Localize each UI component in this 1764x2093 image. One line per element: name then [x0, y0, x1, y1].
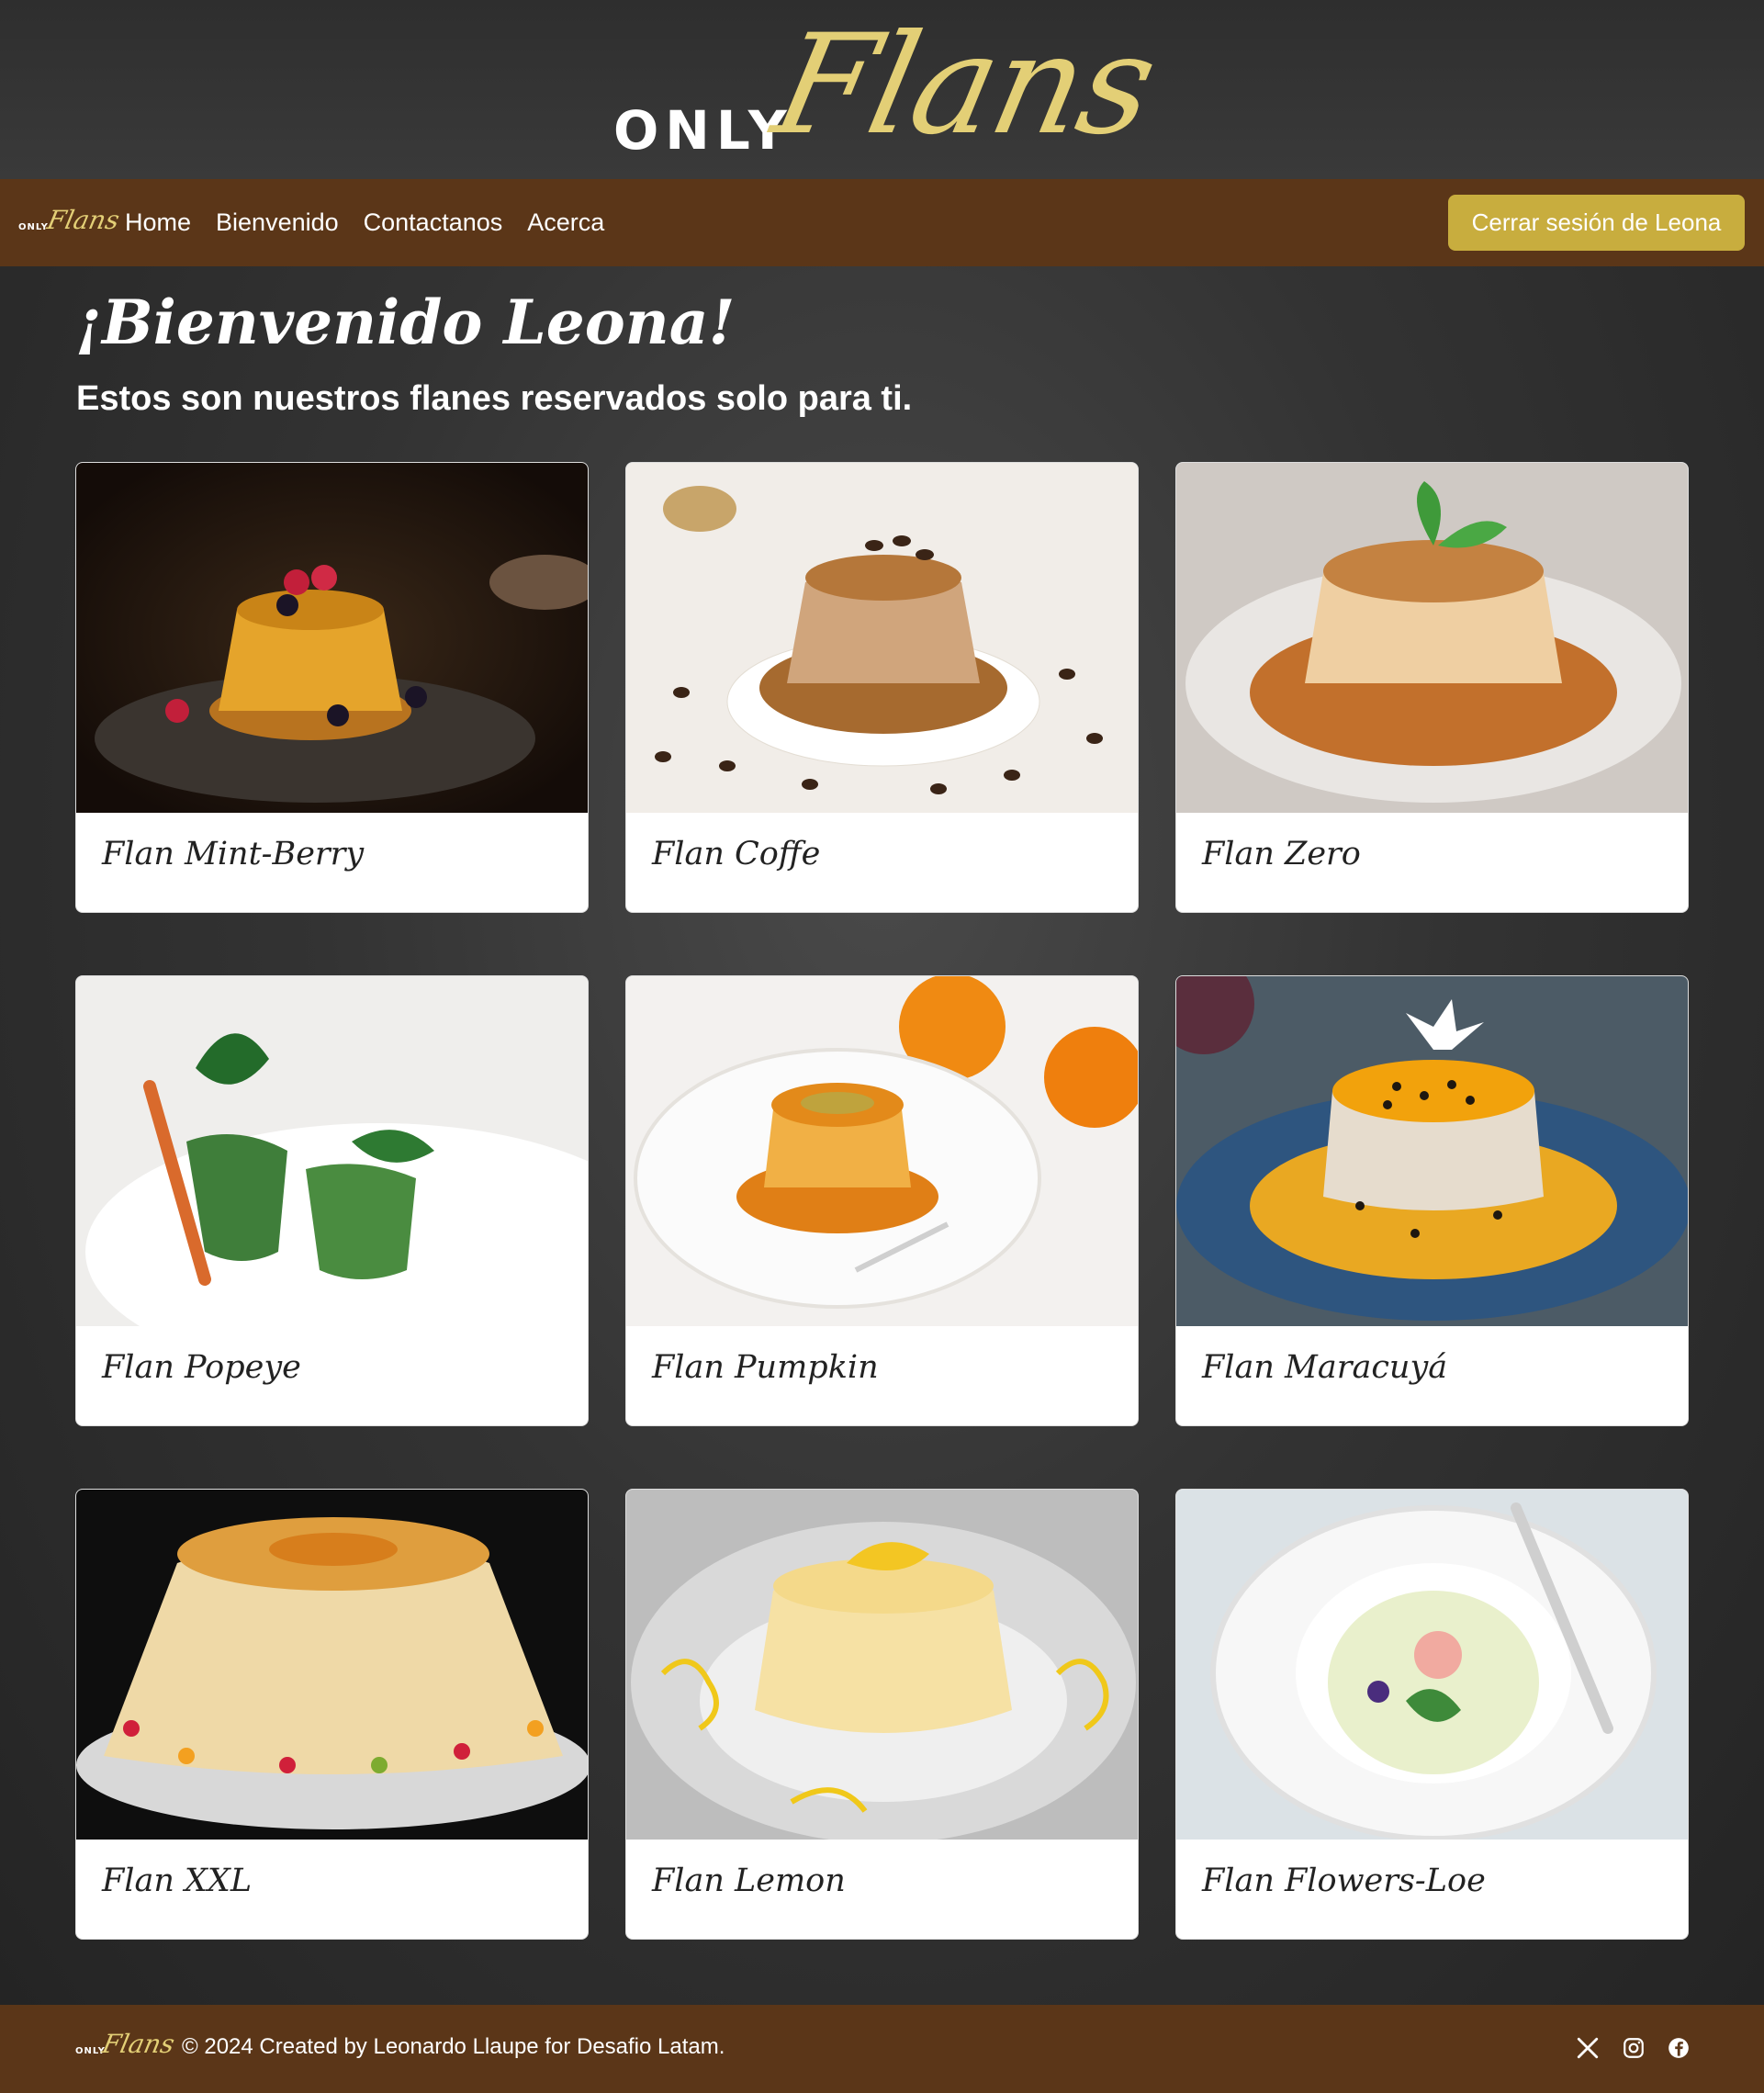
flan-image: [76, 976, 588, 1326]
flan-card[interactable]: Flan Zero: [1175, 462, 1689, 913]
flan-card[interactable]: Flan Lemon: [625, 1489, 1139, 1940]
flan-card-title: Flan Flowers-Loe: [1202, 1862, 1486, 1899]
nav-link-contactanos[interactable]: Contactanos: [364, 208, 503, 237]
nav-logo[interactable]: ONLY Flans: [18, 205, 122, 242]
navbar: ONLY Flans Home Bienvenido Contactanos A…: [0, 179, 1764, 266]
flan-card-title: Flan Lemon: [652, 1862, 846, 1899]
header-banner: ONLY Flans: [0, 0, 1764, 179]
flan-card-title: Flan XXL: [102, 1862, 253, 1899]
page-title: ¡Bienvenido Leona!: [75, 287, 736, 358]
flan-card-title: Flan Zero: [1202, 836, 1361, 872]
flan-card-title: Flan Pumpkin: [652, 1349, 879, 1386]
flan-card[interactable]: Flan XXL: [75, 1489, 589, 1940]
footer-copyright: © 2024 Created by Leonardo Llaupe for De…: [182, 2034, 725, 2059]
instagram-icon[interactable]: [1622, 2036, 1646, 2060]
footer-logo: ONLY Flans: [75, 2029, 177, 2065]
flan-image: [1176, 1490, 1688, 1840]
flan-image: [1176, 463, 1688, 813]
flan-card-title: Flan Popeye: [102, 1349, 301, 1386]
brand-flans-text: Flans: [761, 6, 1168, 165]
nav-links: Home Bienvenido Contactanos Acerca: [125, 179, 629, 266]
logout-button[interactable]: Cerrar sesión de Leona: [1448, 195, 1745, 251]
flan-image: [626, 463, 1138, 813]
x-icon[interactable]: [1576, 2036, 1600, 2060]
flan-card[interactable]: Flan Flowers-Loe: [1175, 1489, 1689, 1940]
flan-card-title: Flan Maracuyá: [1202, 1349, 1448, 1386]
page-subtitle: Estos son nuestros flanes reservados sol…: [76, 379, 913, 418]
flan-image: [626, 976, 1138, 1326]
nav-link-bienvenido[interactable]: Bienvenido: [216, 208, 339, 237]
flan-card[interactable]: Flan Mint-Berry: [75, 462, 589, 913]
footer: ONLY Flans © 2024 Created by Leonardo Ll…: [0, 2005, 1764, 2093]
flan-image: [76, 463, 588, 813]
flan-image: [76, 1490, 588, 1840]
brand-logo: ONLY Flans: [613, 6, 1168, 174]
flan-card[interactable]: Flan Coffe: [625, 462, 1139, 913]
nav-logo-only: ONLY: [18, 222, 49, 232]
flan-card-title: Flan Mint-Berry: [102, 836, 365, 872]
flan-image: [626, 1490, 1138, 1840]
facebook-icon[interactable]: [1667, 2036, 1691, 2060]
nav-link-acerca[interactable]: Acerca: [527, 208, 604, 237]
nav-logo-flans: Flans: [44, 205, 122, 235]
flan-card[interactable]: Flan Popeye: [75, 975, 589, 1426]
nav-link-home[interactable]: Home: [125, 208, 191, 237]
flan-card[interactable]: Flan Pumpkin: [625, 975, 1139, 1426]
footer-logo-flans: Flans: [99, 2029, 177, 2059]
flan-card-title: Flan Coffe: [652, 836, 821, 872]
flan-card[interactable]: Flan Maracuyá: [1175, 975, 1689, 1426]
flan-image: [1176, 976, 1688, 1326]
